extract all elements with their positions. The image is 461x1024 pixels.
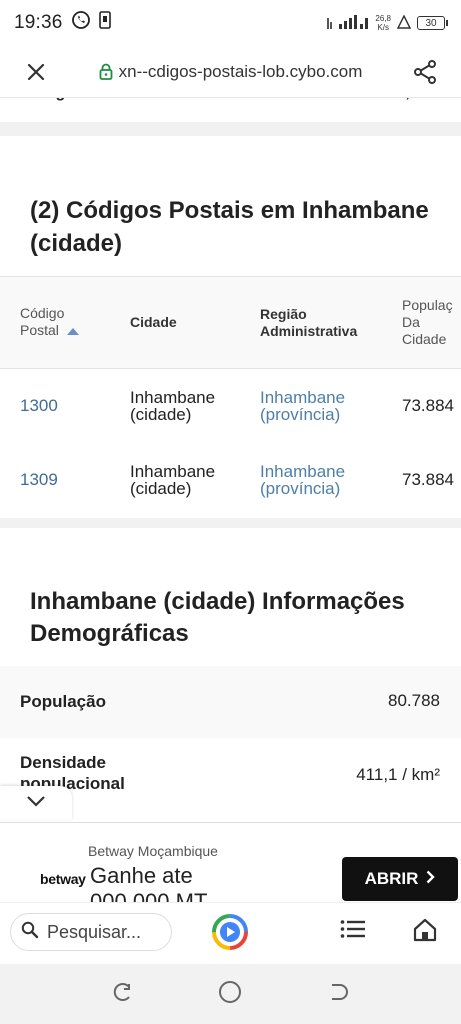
chevron-right-icon xyxy=(426,869,436,889)
alarm-icon xyxy=(396,13,412,32)
phone-codes-label: Códigos de Telefone xyxy=(20,98,176,110)
url-text: xn--cdigos-postais-lob.cybo.com xyxy=(118,61,363,81)
ad-headline: Ganhe ate xyxy=(90,863,193,888)
postal-codes-table: Código Postal Cidade Região Administrati… xyxy=(0,276,461,517)
population-cell: 73.884 xyxy=(402,470,454,489)
phone-codes-value: 23, 293 xyxy=(388,98,441,110)
recent-apps-icon[interactable] xyxy=(112,981,134,1008)
table-row: 1300 Inhambane (cidade) Inhambane (proví… xyxy=(0,369,461,443)
share-icon[interactable] xyxy=(403,50,447,94)
population-cell: 73.884 xyxy=(402,396,454,415)
postal-code-link[interactable]: 1300 xyxy=(20,397,58,414)
header-postal-code[interactable]: Código Postal xyxy=(20,305,79,339)
signal-icon xyxy=(327,14,369,33)
population-value: 80.788 xyxy=(388,691,440,710)
chevron-down-icon xyxy=(26,794,46,812)
browser-bottom-bar: Pesquisar... xyxy=(0,902,461,964)
home-icon[interactable] xyxy=(412,917,438,948)
table-header: Código Postal Cidade Região Administrati… xyxy=(0,277,461,369)
header-city[interactable]: Cidade xyxy=(130,314,177,331)
ad-open-button[interactable]: ABRIR xyxy=(342,857,458,901)
browser-url-bar: xn--cdigos-postais-lob.cybo.com xyxy=(0,46,461,98)
phone-storage-icon xyxy=(98,11,111,35)
status-bar: 19:36 26,8 K/s 30 xyxy=(0,0,461,46)
postal-code-link[interactable]: 1309 xyxy=(20,471,58,488)
status-time: 19:36 xyxy=(14,12,63,33)
region-link[interactable]: Inhambane (província) xyxy=(260,463,345,497)
region-link[interactable]: Inhambane (província) xyxy=(260,389,345,423)
page-content[interactable]: Códigos de Telefone 23, 293 (2) Códigos … xyxy=(0,98,461,822)
demographics-card: Inhambane (cidade) Informações Demográfi… xyxy=(0,528,461,822)
phone-codes-row-partial: Códigos de Telefone 23, 293 xyxy=(0,98,461,122)
status-right: 26,8 K/s 30 xyxy=(327,13,448,33)
system-nav-bar xyxy=(0,964,461,1024)
postal-codes-card: (2) Códigos Postais em Inhambane (cidade… xyxy=(0,136,461,518)
density-value: 411,1 / km² xyxy=(356,765,440,784)
demographics-title: Inhambane (cidade) Informações Demográfi… xyxy=(30,588,405,647)
postal-codes-title: (2) Códigos Postais em Inhambane (cidade… xyxy=(30,197,429,257)
city-cell: Inhambane (cidade) xyxy=(130,462,216,498)
search-input[interactable]: Pesquisar... xyxy=(10,913,172,951)
sort-ascending-icon[interactable] xyxy=(66,327,79,335)
header-region[interactable]: Região Administrativa xyxy=(260,306,357,340)
city-cell: Inhambane (cidade) xyxy=(130,388,216,424)
back-icon[interactable] xyxy=(327,981,349,1008)
close-icon[interactable] xyxy=(14,50,58,94)
header-population[interactable]: Populaç Da Cidade xyxy=(402,297,453,348)
list-icon[interactable] xyxy=(340,919,366,944)
browser-logo-icon[interactable] xyxy=(211,913,249,951)
home-circle-icon[interactable] xyxy=(218,980,242,1009)
ad-collapse-button[interactable] xyxy=(0,786,72,820)
battery-icon: 30 xyxy=(417,16,448,30)
whatsapp-icon xyxy=(71,10,91,36)
population-label: População xyxy=(20,692,106,711)
lock-icon xyxy=(99,63,113,80)
search-icon xyxy=(21,921,39,944)
net-speed: 26,8 K/s xyxy=(375,14,391,32)
ad-sponsor: Betway Moçambique xyxy=(88,843,218,859)
betway-logo: betway xyxy=(40,871,86,887)
table-row: 1309 Inhambane (cidade) Inhambane (proví… xyxy=(0,443,461,517)
population-row: População 80.788 xyxy=(0,666,461,738)
url-display[interactable]: xn--cdigos-postais-lob.cybo.com xyxy=(58,62,403,82)
search-placeholder: Pesquisar... xyxy=(47,921,142,942)
ad-headline-amount: 000.000 MT xyxy=(90,889,208,902)
ad-banner[interactable]: Betway Moçambique betway Ganhe ate 000.0… xyxy=(0,822,461,902)
